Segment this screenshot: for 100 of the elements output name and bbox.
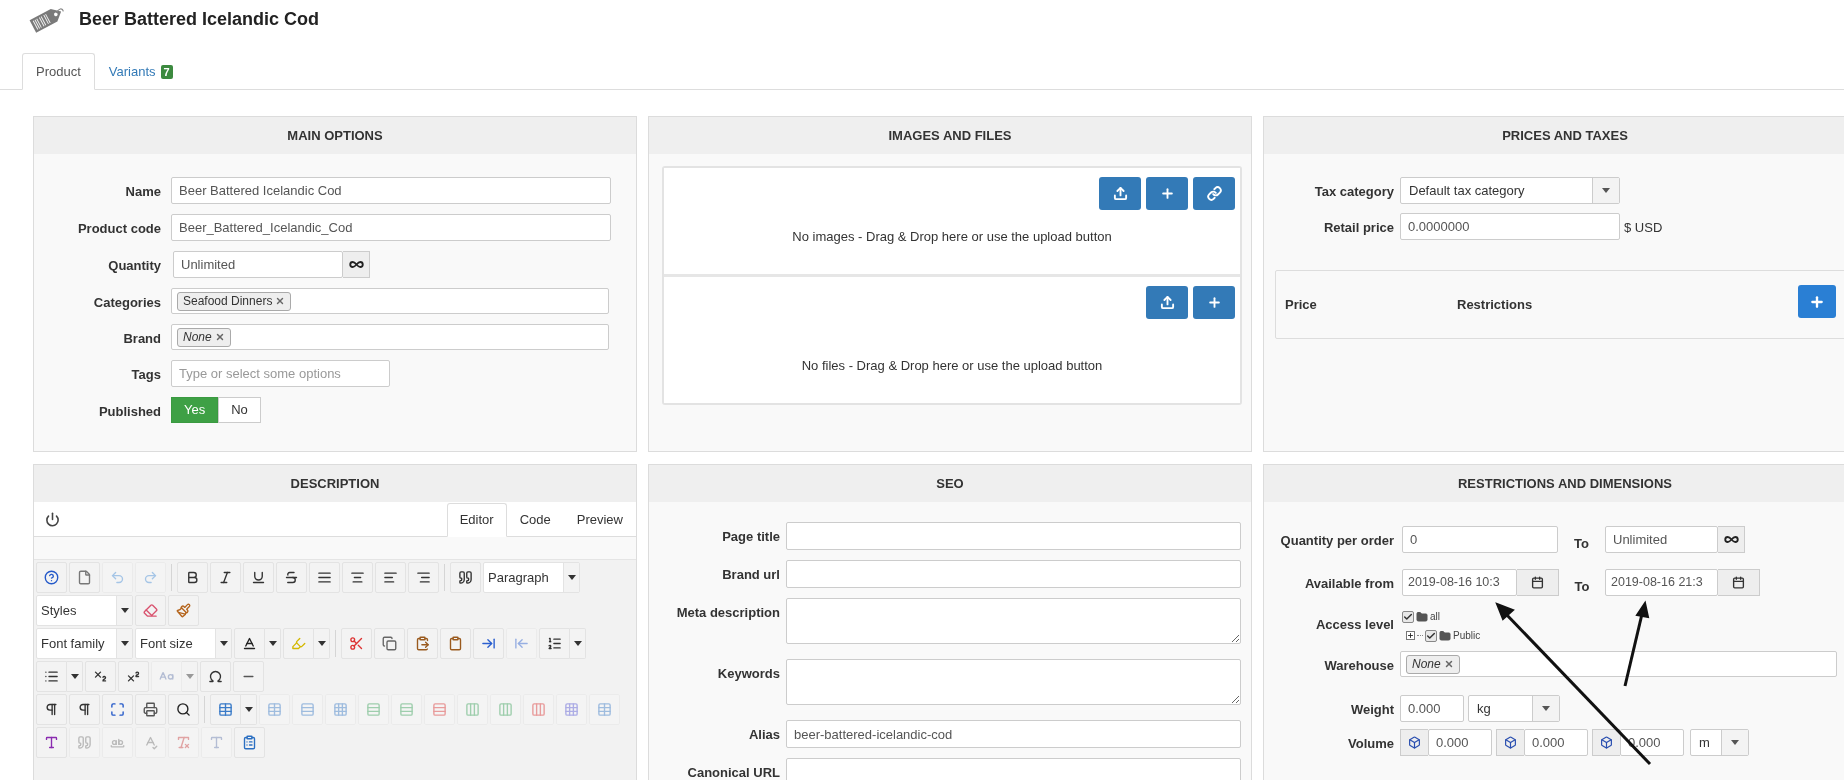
table-icon xyxy=(597,702,612,717)
text-field[interactable]: 2019-08-16 21:3 xyxy=(1605,568,1718,596)
toolbar-button[interactable] xyxy=(36,727,67,758)
dropdown-button[interactable] xyxy=(241,694,257,725)
text-field[interactable]: 0.000 xyxy=(1400,695,1464,722)
unit-select[interactable]: m xyxy=(1690,729,1749,756)
toolbar-button[interactable] xyxy=(276,562,307,593)
align-right-icon xyxy=(416,570,431,585)
text-field[interactable]: 0 xyxy=(1402,526,1558,553)
text-field[interactable] xyxy=(786,560,1241,588)
plus-icon xyxy=(1159,186,1175,201)
add-button[interactable] xyxy=(1193,286,1235,319)
rows-icon xyxy=(300,702,315,717)
toolbar-button[interactable] xyxy=(168,694,199,725)
paste-icon xyxy=(415,636,430,651)
tab[interactable]: Code xyxy=(506,503,564,537)
unit-select[interactable]: kg xyxy=(1468,695,1560,722)
eraser-icon xyxy=(143,603,158,618)
underline-icon xyxy=(251,570,266,585)
toolbar-button[interactable] xyxy=(200,661,231,692)
text-field[interactable]: Beer Battered Icelandic Cod xyxy=(171,177,611,204)
add-button[interactable] xyxy=(1146,177,1188,210)
text-field[interactable]: beer-battered-icelandic-cod xyxy=(786,720,1241,748)
tab[interactable]: Variants 7 xyxy=(94,53,187,90)
text-field[interactable]: Beer_Battered_Icelandic_Cod xyxy=(171,214,611,241)
toolbar-button[interactable] xyxy=(177,562,208,593)
toolbar-button[interactable] xyxy=(234,628,265,659)
field-label: Quantity per order xyxy=(1279,532,1394,550)
calendar-button[interactable] xyxy=(1718,568,1760,596)
text-field[interactable]: 2019-08-16 10:3 xyxy=(1402,568,1517,596)
link-button[interactable] xyxy=(1193,177,1235,210)
field-label: Volume xyxy=(1347,735,1394,753)
caret-icon xyxy=(185,674,194,679)
remove-icon[interactable] xyxy=(214,332,225,342)
undo-icon xyxy=(110,570,125,585)
align-center-icon xyxy=(350,570,365,585)
toolbar-button[interactable] xyxy=(243,562,274,593)
caret-icon xyxy=(120,608,129,613)
columns-icon xyxy=(465,702,480,717)
unlimited-button[interactable] xyxy=(343,251,370,278)
text-field[interactable]: 0.0000000 xyxy=(1400,213,1620,240)
remove-icon[interactable] xyxy=(275,296,286,306)
format-dropdown[interactable]: Font family xyxy=(36,628,133,659)
toolbar-button[interactable] xyxy=(210,562,241,593)
text-field[interactable] xyxy=(786,758,1241,780)
dropdown-button[interactable] xyxy=(570,628,586,659)
plus-icon xyxy=(1206,295,1222,310)
scissors-icon xyxy=(349,636,364,651)
remove-icon[interactable] xyxy=(1443,659,1454,669)
toolbar-button[interactable] xyxy=(36,694,67,725)
toolbar-button[interactable] xyxy=(69,694,100,725)
field-label: Access level xyxy=(1314,616,1394,634)
drop-zone[interactable]: No images - Drag & Drop here or use the upload button xyxy=(664,168,1240,274)
dropdown-button[interactable] xyxy=(314,628,330,659)
outdent-icon xyxy=(514,636,529,651)
field-label: Weight xyxy=(1349,701,1394,719)
format-dropdown[interactable]: Styles xyxy=(36,595,133,626)
caret-icon xyxy=(1731,740,1739,745)
format-dropdown[interactable]: Paragraph xyxy=(483,562,580,593)
tag-field[interactable]: Seafood Dinners xyxy=(171,288,609,314)
align-left-icon xyxy=(383,570,398,585)
panel-title: PRICES AND TAXES xyxy=(1502,126,1628,145)
power-button[interactable] xyxy=(43,510,61,528)
dropdown-button[interactable] xyxy=(265,628,281,659)
panel-title: SEO xyxy=(936,474,964,493)
tab[interactable]: Preview xyxy=(563,503,636,537)
expand-toggle-icon[interactable] xyxy=(1406,631,1415,640)
toggle-option[interactable]: No xyxy=(218,397,261,423)
document-icon xyxy=(77,570,92,585)
text-field[interactable]: 0.000 xyxy=(1428,729,1492,756)
add-button[interactable] xyxy=(1798,285,1836,318)
text-field[interactable]: 0.000 xyxy=(1524,729,1588,756)
toolbar-button[interactable] xyxy=(450,562,481,593)
caret-icon xyxy=(317,641,326,646)
tag-field[interactable]: None xyxy=(171,324,609,350)
upload-button[interactable] xyxy=(1099,177,1141,210)
tax-category-select[interactable]: Default tax category xyxy=(1400,177,1620,204)
tag-label: Seafood Dinners xyxy=(183,293,273,310)
tab[interactable]: Product xyxy=(22,53,95,90)
omega-icon xyxy=(208,669,223,684)
checkbox[interactable] xyxy=(1402,610,1414,623)
toolbar-button[interactable] xyxy=(135,694,166,725)
empty-message: No files - Drag & Drop here or use the upload button xyxy=(800,357,1104,375)
field-label: Page title xyxy=(721,528,780,546)
caret-icon xyxy=(573,641,582,646)
format-dropdown[interactable]: Font size xyxy=(135,628,232,659)
calendar-button[interactable] xyxy=(1517,568,1559,596)
text-field[interactable]: Unlimited xyxy=(1605,526,1718,553)
field-label: Tags xyxy=(130,366,161,384)
text-field[interactable]: Unlimited xyxy=(173,251,343,278)
text-field[interactable] xyxy=(786,522,1241,550)
drop-zone[interactable]: No files - Drag & Drop here or use the upload button xyxy=(664,277,1240,403)
text-field[interactable]: Type or select some options xyxy=(171,360,390,387)
upload-button[interactable] xyxy=(1146,286,1188,319)
tag-field[interactable]: None xyxy=(1400,651,1837,677)
dropdown-button[interactable] xyxy=(67,661,83,692)
unlimited-button[interactable] xyxy=(1718,526,1745,553)
tab[interactable]: Editor xyxy=(446,503,507,537)
checkbox[interactable] xyxy=(1425,629,1437,642)
field-label: Keywords xyxy=(716,665,780,683)
